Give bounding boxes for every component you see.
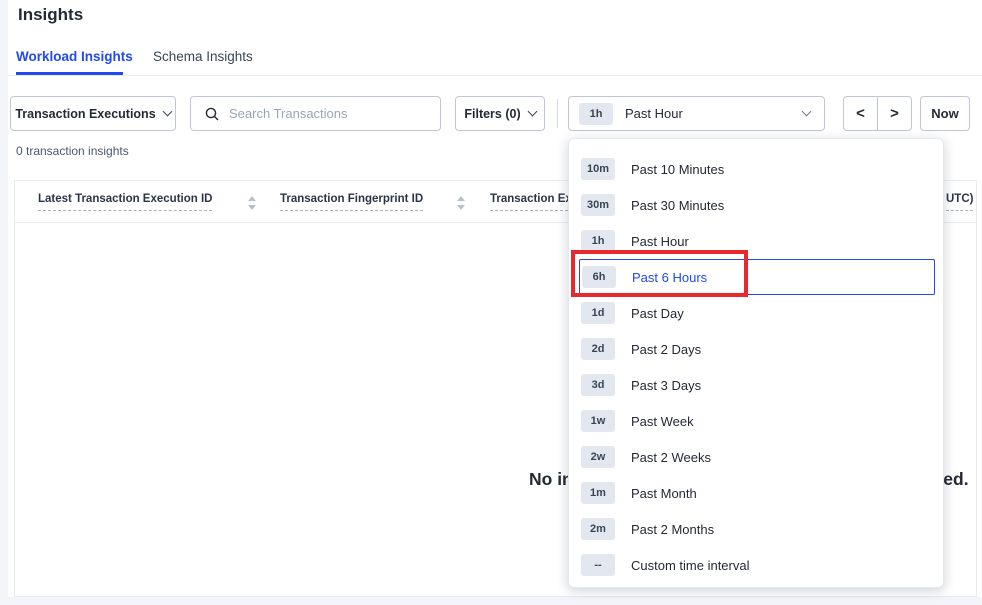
toolbar-divider: [557, 99, 558, 128]
time-option-badge: --: [581, 554, 615, 576]
time-range-label: Past Hour: [625, 106, 791, 121]
column-header-start-time-utc[interactable]: UTC): [946, 193, 973, 211]
time-option-label: Past Month: [631, 486, 697, 501]
time-range-select[interactable]: 1h Past Hour: [568, 96, 825, 131]
chevron-down-icon: [802, 107, 812, 117]
time-option-label: Past 2 Weeks: [631, 450, 711, 465]
tabs-divider: [8, 75, 982, 76]
time-option-custom-interval[interactable]: -- Custom time interval: [569, 547, 943, 583]
time-option-label: Past 2 Days: [631, 342, 701, 357]
time-range-dropdown: 10m Past 10 Minutes 30m Past 30 Minutes …: [568, 138, 944, 588]
now-button[interactable]: Now: [920, 96, 970, 131]
time-option-past-2-days[interactable]: 2d Past 2 Days: [569, 331, 943, 367]
time-option-badge: 30m: [581, 194, 615, 216]
time-nav-group: < >: [843, 96, 912, 131]
search-input[interactable]: [229, 106, 419, 121]
column-header-latest-txn-exec-id[interactable]: Latest Transaction Execution ID: [38, 193, 212, 211]
transaction-type-select[interactable]: Transaction Executions: [10, 96, 176, 131]
tab-schema-insights[interactable]: Schema Insights: [153, 49, 253, 64]
page-background-strip: [0, 597, 982, 605]
column-header-txn-fingerprint-id[interactable]: Transaction Fingerprint ID: [280, 193, 423, 211]
sort-icon[interactable]: [248, 196, 257, 210]
time-option-past-hour[interactable]: 1h Past Hour: [569, 223, 943, 259]
time-option-past-month[interactable]: 1m Past Month: [569, 475, 943, 511]
time-option-badge: 1w: [581, 410, 615, 432]
time-option-label: Past Week: [631, 414, 694, 429]
time-option-past-2-months[interactable]: 2m Past 2 Months: [569, 511, 943, 547]
time-option-past-3-days[interactable]: 3d Past 3 Days: [569, 367, 943, 403]
time-option-badge: 2m: [581, 518, 615, 540]
time-option-label: Past 2 Months: [631, 522, 714, 537]
time-option-label: Past 6 Hours: [632, 270, 707, 285]
time-option-past-6-hours[interactable]: 6h Past 6 Hours: [579, 259, 935, 295]
tab-workload-insights[interactable]: Workload Insights: [16, 49, 133, 64]
search-icon: [205, 107, 219, 121]
time-option-past-10-minutes[interactable]: 10m Past 10 Minutes: [569, 151, 943, 187]
insights-page: Insights Workload Insights Schema Insigh…: [0, 0, 982, 605]
transaction-type-label: Transaction Executions: [15, 107, 155, 121]
time-option-label: Past 3 Days: [631, 378, 701, 393]
time-prev-button[interactable]: <: [843, 96, 878, 131]
page-title: Insights: [18, 5, 83, 25]
filters-button[interactable]: Filters (0): [455, 96, 545, 131]
chevron-down-icon: [162, 107, 172, 117]
time-option-past-30-minutes[interactable]: 30m Past 30 Minutes: [569, 187, 943, 223]
time-option-label: Custom time interval: [631, 558, 749, 573]
time-option-past-2-weeks[interactable]: 2w Past 2 Weeks: [569, 439, 943, 475]
search-transactions-box[interactable]: [190, 96, 441, 131]
time-option-past-day[interactable]: 1d Past Day: [569, 295, 943, 331]
filters-label: Filters (0): [464, 107, 520, 121]
time-option-badge: 1d: [581, 302, 615, 324]
time-option-label: Past 30 Minutes: [631, 198, 724, 213]
time-option-badge: 1h: [581, 230, 615, 252]
time-next-button[interactable]: >: [877, 96, 912, 131]
time-range-badge: 1h: [579, 103, 613, 125]
time-option-label: Past 10 Minutes: [631, 162, 724, 177]
chevron-down-icon: [527, 107, 537, 117]
time-option-label: Past Day: [631, 306, 684, 321]
time-option-badge: 2d: [581, 338, 615, 360]
time-option-label: Past Hour: [631, 234, 689, 249]
insights-count: 0 transaction insights: [16, 144, 129, 158]
time-option-badge: 10m: [581, 158, 615, 180]
sort-icon[interactable]: [457, 196, 466, 210]
column-header-txn-execution[interactable]: Transaction Ex: [490, 193, 568, 211]
time-option-badge: 3d: [581, 374, 615, 396]
time-option-badge: 2w: [581, 446, 615, 468]
time-option-past-week[interactable]: 1w Past Week: [569, 403, 943, 439]
time-option-badge: 1m: [581, 482, 615, 504]
time-option-badge: 6h: [582, 266, 616, 288]
